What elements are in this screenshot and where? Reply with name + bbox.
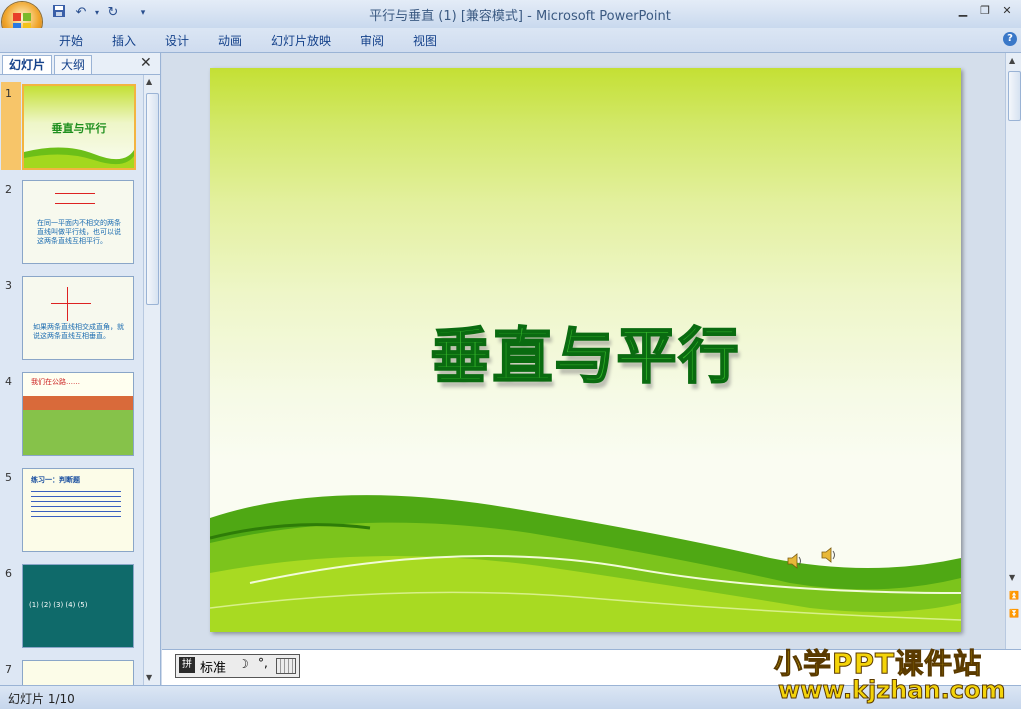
editor-scrollbar[interactable]: ▲ ▼ ⏫ ⏬ <box>1005 53 1021 649</box>
maximize-button[interactable]: ❐ <box>974 4 996 20</box>
panel-close-icon[interactable]: ✕ <box>140 55 152 71</box>
speaker-icon[interactable] <box>820 546 838 564</box>
slides-panel: 幻灯片 大纲 ✕ 1 垂直与平行 2 在同一平面内不相交的两条直线叫做平行线，也… <box>0 53 161 687</box>
thumbnail-number: 3 <box>5 279 12 292</box>
tab-home[interactable]: 开始 <box>59 32 83 49</box>
slide-thumbnail-4[interactable]: 我们在公路…… <box>22 372 134 456</box>
tab-animations[interactable]: 动画 <box>218 32 242 49</box>
thumbnail-number: 4 <box>5 375 12 388</box>
ime-mode-label[interactable]: 标准 <box>200 657 226 676</box>
tab-review[interactable]: 审阅 <box>360 32 384 49</box>
slide-thumbnail-7[interactable] <box>22 660 134 686</box>
punctuation-icon[interactable]: °, <box>258 656 268 670</box>
thumbnail-line <box>55 203 95 204</box>
ime-logo-icon[interactable]: 拼 <box>179 657 195 673</box>
thumbnail-text: 练习一：判断题 <box>31 476 80 484</box>
thumbnail-line <box>55 193 95 194</box>
tab-outline[interactable]: 大纲 <box>54 55 93 74</box>
previous-slide-icon[interactable]: ⏫ <box>1009 591 1019 600</box>
close-button[interactable]: ✕ <box>996 4 1018 20</box>
thumbnail-number: 5 <box>5 471 12 484</box>
slide-counter: 幻灯片 1/10 <box>8 692 75 706</box>
scroll-thumb[interactable] <box>146 93 159 305</box>
green-wave-graphic <box>210 495 961 632</box>
thumbnail-number: 1 <box>5 87 12 100</box>
watermark-url: www.kjzhan.com <box>777 676 1006 705</box>
ribbon-tabs: 开始 插入 设计 动画 幻灯片放映 审阅 视图 ? <box>0 28 1021 53</box>
tab-view[interactable]: 视图 <box>413 32 437 49</box>
thumbnail-title: 垂直与平行 <box>51 122 107 135</box>
thumbnail-text: (1) (2) (3) (4) (5) <box>29 601 88 609</box>
window-title: 平行与垂直 (1) [兼容模式] - Microsoft PowerPoint <box>369 9 671 24</box>
slide-title[interactable]: 垂直与平行 <box>210 308 961 395</box>
help-icon[interactable]: ? <box>1003 32 1017 46</box>
tab-slideshow[interactable]: 幻灯片放映 <box>271 32 331 49</box>
speaker-icon[interactable] <box>786 552 804 570</box>
thumbnail-text: 我们在公路…… <box>31 378 80 386</box>
scroll-down-icon[interactable]: ▼ <box>1009 573 1015 582</box>
slide-thumbnail-1[interactable]: 垂直与平行 <box>22 84 136 170</box>
slide-thumbnail-2[interactable]: 在同一平面内不相交的两条直线叫做平行线，也可以说这两条直线互相平行。 <box>22 180 134 264</box>
tab-slides[interactable]: 幻灯片 <box>2 55 53 74</box>
thumbnail-text: 如果两条直线相交成直角，就说这两条直线互相垂直。 <box>33 323 124 340</box>
scroll-thumb[interactable] <box>1008 71 1021 121</box>
scroll-down-icon[interactable]: ▼ <box>146 673 152 682</box>
scroll-up-icon[interactable]: ▲ <box>1009 56 1015 65</box>
thumbnails-scrollbar[interactable]: ▲ ▼ <box>143 75 160 687</box>
slide-thumbnail-3[interactable]: 如果两条直线相交成直角，就说这两条直线互相垂直。 <box>22 276 134 360</box>
thumbnail-number: 2 <box>5 183 12 196</box>
minimize-button[interactable]: ▁ <box>952 4 974 20</box>
title-bar: ↶ ▾ ↻ ▾ 平行与垂直 (1) [兼容模式] - Microsoft Pow… <box>0 0 1021 42</box>
scroll-up-icon[interactable]: ▲ <box>146 77 152 86</box>
next-slide-icon[interactable]: ⏬ <box>1009 609 1019 618</box>
thumbnail-number: 7 <box>5 663 12 676</box>
half-width-icon[interactable]: ☽ <box>238 657 249 671</box>
thumbnail-text-lines <box>31 487 121 517</box>
save-icon[interactable] <box>50 4 68 22</box>
thumbnail-line <box>51 303 91 304</box>
customize-qat-icon[interactable]: ▾ <box>134 4 152 22</box>
slide-thumbnail-5[interactable]: 练习一：判断题 <box>22 468 134 552</box>
thumbnail-text: 在同一平面内不相交的两条直线叫做平行线，也可以说这两条直线互相平行。 <box>37 219 121 245</box>
slide-canvas[interactable]: 垂直与平行 <box>210 68 961 632</box>
panel-tabs: 幻灯片 大纲 ✕ <box>0 53 160 75</box>
soft-keyboard-icon[interactable] <box>276 658 296 674</box>
thumbnail-line <box>67 287 68 321</box>
thumbnail-wave-graphic <box>24 147 134 168</box>
tab-design[interactable]: 设计 <box>165 32 189 49</box>
tab-insert[interactable]: 插入 <box>112 32 136 49</box>
thumbnail-number: 6 <box>5 567 12 580</box>
redo-icon[interactable]: ↻ <box>104 4 122 22</box>
slide-thumbnail-6[interactable]: (1) (2) (3) (4) (5) <box>22 564 134 648</box>
ime-toolbar[interactable]: 拼 标准 ☽ °, <box>175 654 300 678</box>
